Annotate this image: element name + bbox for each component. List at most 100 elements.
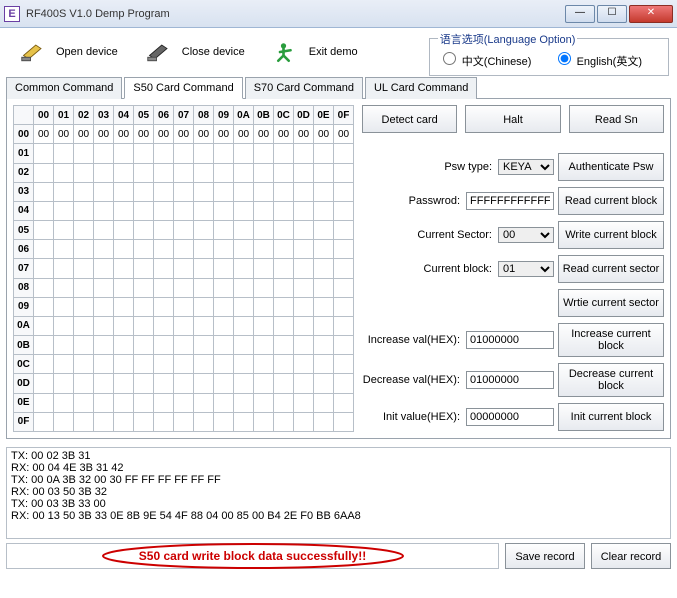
hex-cell[interactable] [194,163,214,182]
hex-cell[interactable] [94,163,114,182]
hex-cell[interactable] [34,182,54,201]
hex-cell[interactable] [274,240,294,259]
hex-cell[interactable] [214,221,234,240]
hex-cell[interactable] [234,144,254,163]
hex-cell[interactable] [294,221,314,240]
hex-cell[interactable] [114,374,134,393]
hex-cell[interactable] [54,336,74,355]
hex-cell[interactable] [314,278,334,297]
hex-cell[interactable]: 00 [74,125,94,144]
hex-cell[interactable] [34,201,54,220]
hex-cell[interactable] [54,355,74,374]
hex-cell[interactable] [134,201,154,220]
hex-cell[interactable] [94,336,114,355]
hex-cell[interactable] [174,412,194,431]
hex-cell[interactable] [134,221,154,240]
hex-cell[interactable] [94,144,114,163]
hex-cell[interactable] [134,278,154,297]
hex-cell[interactable] [234,393,254,412]
tab-ul-card-command[interactable]: UL Card Command [365,77,477,99]
hex-cell[interactable] [294,316,314,335]
hex-cell[interactable] [174,144,194,163]
hex-cell[interactable] [254,259,274,278]
hex-cell[interactable] [34,412,54,431]
hex-cell[interactable] [34,259,54,278]
hex-cell[interactable] [134,336,154,355]
hex-cell[interactable] [214,201,234,220]
hex-cell[interactable] [154,355,174,374]
hex-cell[interactable] [314,201,334,220]
hex-cell[interactable] [294,336,314,355]
hex-cell[interactable] [334,221,354,240]
hex-cell[interactable] [94,374,114,393]
hex-cell[interactable] [134,393,154,412]
hex-cell[interactable] [74,336,94,355]
hex-cell[interactable] [34,144,54,163]
hex-cell[interactable] [134,355,154,374]
hex-cell[interactable] [294,182,314,201]
hex-cell[interactable] [214,412,234,431]
hex-cell[interactable] [234,278,254,297]
hex-cell[interactable] [114,355,134,374]
hex-cell[interactable] [254,201,274,220]
hex-cell[interactable] [34,278,54,297]
hex-cell[interactable] [254,182,274,201]
hex-cell[interactable] [234,182,254,201]
hex-cell[interactable] [214,182,234,201]
hex-cell[interactable] [254,374,274,393]
hex-cell[interactable] [54,221,74,240]
hex-cell[interactable] [214,144,234,163]
minimize-button[interactable]: — [565,5,595,23]
hex-cell[interactable] [94,316,114,335]
hex-cell[interactable] [114,412,134,431]
halt-button[interactable]: Halt [465,105,560,133]
hex-cell[interactable] [154,374,174,393]
hex-cell[interactable] [234,336,254,355]
tab-s70-card-command[interactable]: S70 Card Command [245,77,363,99]
hex-cell[interactable] [194,240,214,259]
hex-cell[interactable] [174,355,194,374]
hex-cell[interactable] [294,259,314,278]
hex-cell[interactable]: 00 [334,125,354,144]
hex-cell[interactable] [334,144,354,163]
hex-cell[interactable] [274,412,294,431]
hex-cell[interactable] [74,182,94,201]
init-current-block-button[interactable]: Init current block [558,403,664,431]
hex-cell[interactable] [94,278,114,297]
hex-cell[interactable] [154,182,174,201]
hex-cell[interactable] [94,221,114,240]
hex-cell[interactable] [174,278,194,297]
hex-cell[interactable] [294,163,314,182]
hex-cell[interactable] [74,393,94,412]
hex-cell[interactable] [94,297,114,316]
hex-cell[interactable] [254,163,274,182]
authenticate-psw-button[interactable]: Authenticate Psw [558,153,664,181]
hex-cell[interactable] [294,355,314,374]
hex-cell[interactable] [294,278,314,297]
hex-cell[interactable] [54,412,74,431]
hex-cell[interactable] [334,412,354,431]
hex-cell[interactable] [74,144,94,163]
hex-cell[interactable] [114,278,134,297]
hex-cell[interactable] [214,336,234,355]
hex-cell[interactable] [334,240,354,259]
read-sn-button[interactable]: Read Sn [569,105,664,133]
hex-cell[interactable]: 00 [34,125,54,144]
hex-cell[interactable]: 00 [274,125,294,144]
hex-cell[interactable] [134,144,154,163]
close-device-button[interactable]: Close device [132,37,259,67]
hex-cell[interactable] [274,393,294,412]
hex-cell[interactable] [314,221,334,240]
hex-cell[interactable] [54,316,74,335]
hex-cell[interactable] [174,182,194,201]
hex-cell[interactable] [194,278,214,297]
hex-cell[interactable] [54,163,74,182]
decrease-current-block-button[interactable]: Decrease current block [558,363,664,397]
exit-demo-button[interactable]: Exit demo [259,37,372,67]
read-current-block-button[interactable]: Read current block [558,187,664,215]
hex-cell[interactable] [74,163,94,182]
hex-cell[interactable] [54,393,74,412]
hex-cell[interactable]: 00 [94,125,114,144]
hex-cell[interactable] [114,144,134,163]
hex-cell[interactable] [274,259,294,278]
